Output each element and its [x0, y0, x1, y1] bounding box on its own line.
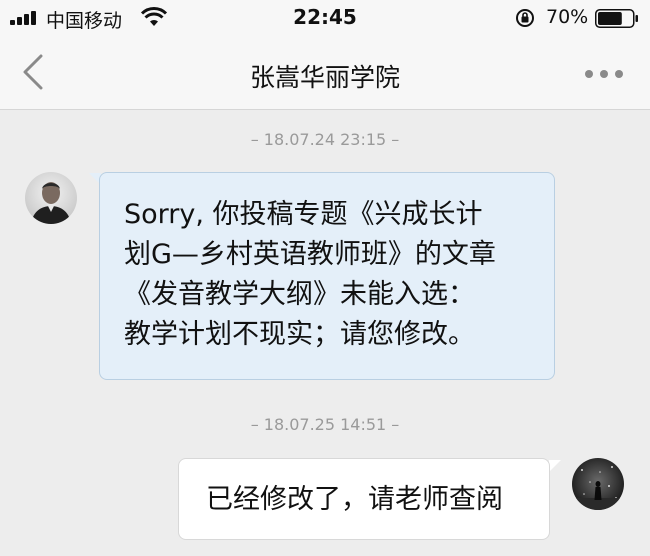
status-bar: 中国移动 22:45 70%: [0, 0, 650, 36]
outgoing-bubble-tail: [549, 460, 561, 472]
message-line: 《发音教学大纲》未能入选：: [124, 279, 475, 310]
message-line: 划G—乡村英语教师班》的文章: [124, 239, 496, 270]
battery-percent: 70%: [546, 6, 589, 28]
sender-avatar[interactable]: [25, 172, 77, 224]
message-line: Sorry, 你投稿专题《兴成长计: [124, 199, 483, 230]
battery-icon: [595, 9, 638, 28]
message-line: 教学计划不现实；请您修改。: [124, 319, 475, 350]
more-dots-icon[interactable]: [584, 69, 624, 79]
message-text: 已经修改了，请老师查阅: [206, 484, 503, 515]
page-title: 张嵩华丽学院: [249, 63, 400, 92]
incoming-message-bubble[interactable]: Sorry, 你投稿专题《兴成长计 划G—乡村英语教师班》的文章 《发音教学大纲…: [99, 172, 555, 380]
message-timestamp: – 18.07.25 14:51 –: [250, 415, 400, 434]
message-timestamp: – 18.07.24 23:15 –: [250, 130, 400, 149]
outgoing-message-bubble[interactable]: 已经修改了，请老师查阅: [178, 458, 550, 540]
rotation-lock-icon: [516, 9, 534, 27]
user-avatar[interactable]: [572, 458, 624, 510]
nav-bar: 张嵩华丽学院: [0, 36, 650, 110]
